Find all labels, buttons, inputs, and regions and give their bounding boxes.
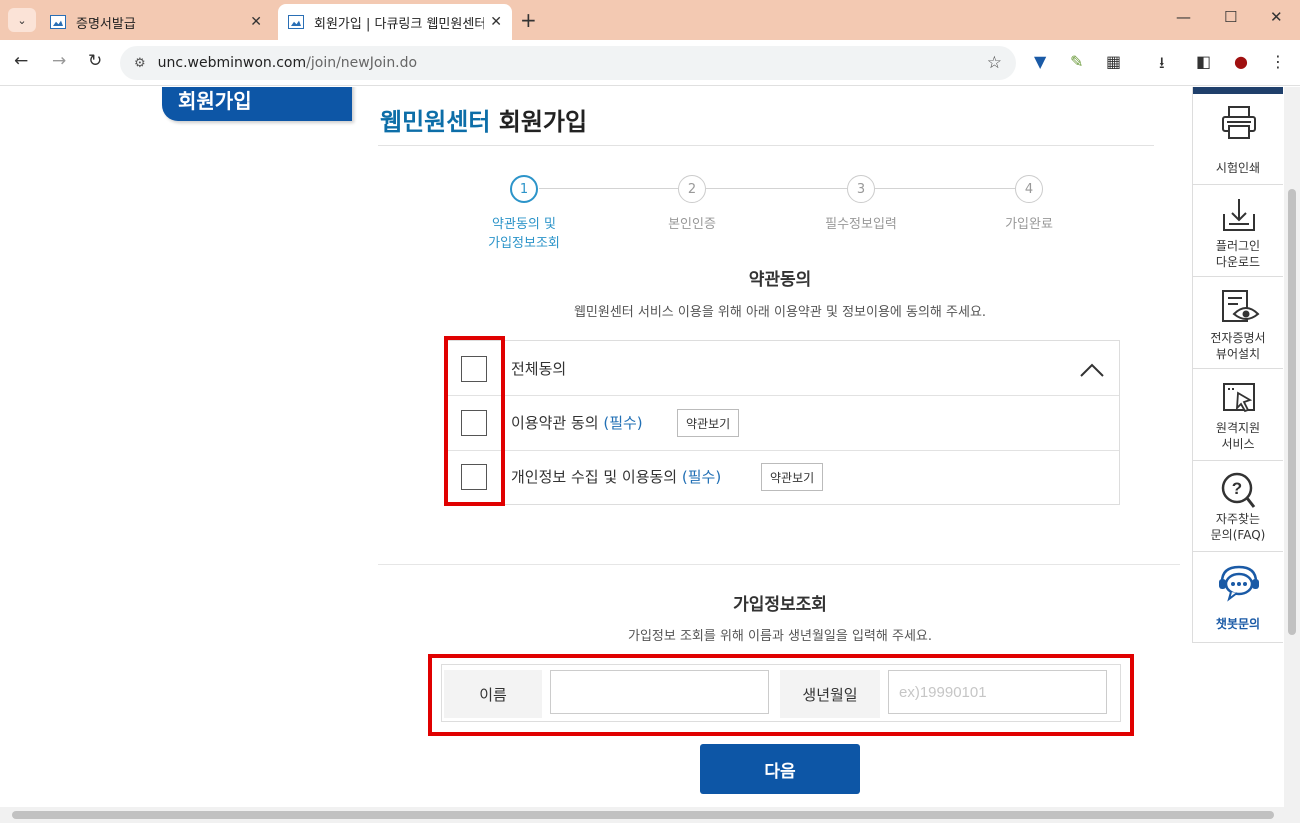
step-3-label: 필수정보입력 [825,217,897,232]
agree-box: 전체동의 이용약관 동의 (필수) 약관보기 개인정보 수집 및 이용동의 (필… [446,340,1120,505]
bookmark-star-icon[interactable]: ☆ [987,53,1002,73]
menu-kebab-icon[interactable]: ⋮ [1270,52,1286,71]
quick-faq[interactable]: ? 자주찾는 문의(FAQ) [1193,461,1283,552]
close-tab-icon[interactable]: ✕ [250,14,262,30]
quick-chatbot[interactable]: 챗봇문의 [1193,552,1283,643]
side-menu-title[interactable]: 회원가입 [162,87,352,121]
printer-icon [1222,106,1256,139]
quick-viewer-install[interactable]: 전자증명서 뷰어설치 [1193,278,1283,369]
agree-section-desc: 웹민원센터 서비스 이용을 위해 아래 이용약관 및 정보이용에 동의해 주세요… [573,305,987,320]
remote-cursor-icon [1223,383,1255,413]
step-2-circle: 2 [678,175,706,203]
extension-shield-icon[interactable]: ▼ [1034,52,1046,71]
document-eye-icon [1222,290,1260,322]
page-title: 웹민원센터 회원가입 [380,108,588,136]
quick-item-label: 전자증명서 뷰어설치 [1210,331,1266,361]
tab-list-icon[interactable]: ⌄ [8,8,36,32]
scrollbar-thumb[interactable] [1288,189,1296,635]
name-label: 이름 [444,670,542,718]
quick-item-label: 원격지원 서비스 [1215,421,1261,451]
step-4-circle: 4 [1015,175,1043,203]
terms-checkbox[interactable] [461,410,487,436]
agree-all-checkbox[interactable] [461,356,487,382]
chevron-up-icon[interactable] [1079,357,1105,383]
agree-all-row: 전체동의 [447,341,1119,395]
horizontal-scrollbar[interactable] [0,807,1300,823]
url-text: unc.webminwon.com/join/newJoin.do [157,55,418,71]
next-button[interactable]: 다음 [700,744,860,794]
quick-item-label: 플러그인 다운로드 [1215,239,1261,269]
birthdate-input[interactable] [888,670,1107,714]
forward-icon[interactable]: → [52,51,66,71]
step-connector [539,188,678,189]
site-favicon-icon [288,15,304,29]
extensions-puzzle-icon[interactable]: ▦ [1106,52,1121,71]
maximize-icon[interactable]: ☐ [1224,8,1237,26]
quick-item-label: 시험인쇄 [1215,161,1261,175]
quick-plugin-download[interactable]: 플러그인 다운로드 [1193,186,1283,277]
browser-toolbar: ← → ↻ ⚙ unc.webminwon.com/join/newJoin.d… [0,40,1300,86]
privacy-checkbox[interactable] [461,464,487,490]
step-4-label: 가입완료 [1005,217,1053,232]
browser-tab-bar: ⌄ 증명서발급 ✕ 회원가입 | 다큐링크 웹민원센터 ✕ + — ☐ ✕ [0,0,1300,40]
reload-icon[interactable]: ↻ [88,51,102,71]
agree-all-label: 전체동의 [511,360,567,378]
browser-tab-inactive[interactable]: 증명서발급 ✕ [40,4,272,40]
browser-tab-active[interactable]: 회원가입 | 다큐링크 웹민원센터 ✕ [278,4,512,40]
site-favicon-icon [50,15,66,29]
agree-terms-row: 이용약관 동의 (필수) 약관보기 [447,396,1119,450]
download-tray-icon [1223,199,1255,231]
step-3-circle: 3 [847,175,875,203]
vertical-scrollbar[interactable] [1284,87,1300,807]
address-bar[interactable]: ⚙ unc.webminwon.com/join/newJoin.do ☆ [120,46,1016,80]
svg-text:?: ? [1232,479,1242,498]
lookup-section-desc: 가입정보 조회를 위해 이름과 생년월일을 입력해 주세요. [627,629,932,644]
step-connector [875,188,1015,189]
scrollbar-thumb[interactable] [12,811,1274,819]
question-magnifier-icon: ? [1221,472,1256,508]
quick-menu: 시험인쇄 플러그인 다운로드 전자증명서 뷰어설치 원격지원 서비스 ? 자주찾… [1192,87,1283,643]
quick-item-label: 챗봇문의 [1215,617,1261,631]
quick-remote-support[interactable]: 원격지원 서비스 [1193,370,1283,461]
quick-item-label: 자주찾는 문의(FAQ) [1210,512,1266,542]
extension-pen-icon[interactable]: ✎ [1070,52,1083,71]
tab-title: 회원가입 | 다큐링크 웹민원센터 [314,16,485,32]
web-page: 회원가입 웹민원센터 회원가입 1 2 3 4 약관동의 및 가입정보조회 본인… [0,87,1284,807]
lookup-section-title: 가입정보조회 [733,595,827,615]
title-divider [378,145,1154,146]
step-2-label: 본인인증 [668,217,716,232]
profile-icon[interactable]: ● [1234,52,1248,71]
close-tab-icon[interactable]: ✕ [490,14,502,30]
chatbot-icon [1219,565,1259,602]
quick-print-test[interactable]: 시험인쇄 [1193,94,1283,185]
privacy-label: 개인정보 수집 및 이용동의 (필수) [511,468,722,486]
step-1-circle: 1 [510,175,538,203]
step-1-label: 약관동의 및 가입정보조회 [488,217,560,251]
close-window-icon[interactable]: ✕ [1270,8,1283,26]
site-settings-icon[interactable]: ⚙ [134,56,146,71]
lookup-form: 이름 생년월일 [441,664,1121,722]
download-icon[interactable]: ⭳ [1159,52,1165,79]
minimize-icon[interactable]: — [1176,8,1191,26]
new-tab-button[interactable]: + [520,8,537,32]
tab-title: 증명서발급 [76,16,136,32]
step-connector [706,188,847,189]
terms-label: 이용약관 동의 (필수) [511,414,643,432]
back-icon[interactable]: ← [14,51,28,71]
name-input[interactable] [550,670,769,714]
sidebar-icon[interactable]: ◧ [1196,52,1211,71]
agree-privacy-row: 개인정보 수집 및 이용동의 (필수) 약관보기 [447,451,1119,505]
section-divider [378,564,1180,565]
view-terms-button[interactable]: 약관보기 [677,409,740,437]
quick-menu-top-bar [1193,87,1283,94]
view-privacy-terms-button[interactable]: 약관보기 [761,463,824,491]
birthdate-label: 생년월일 [780,670,880,718]
agree-section-title: 약관동의 [748,270,812,290]
